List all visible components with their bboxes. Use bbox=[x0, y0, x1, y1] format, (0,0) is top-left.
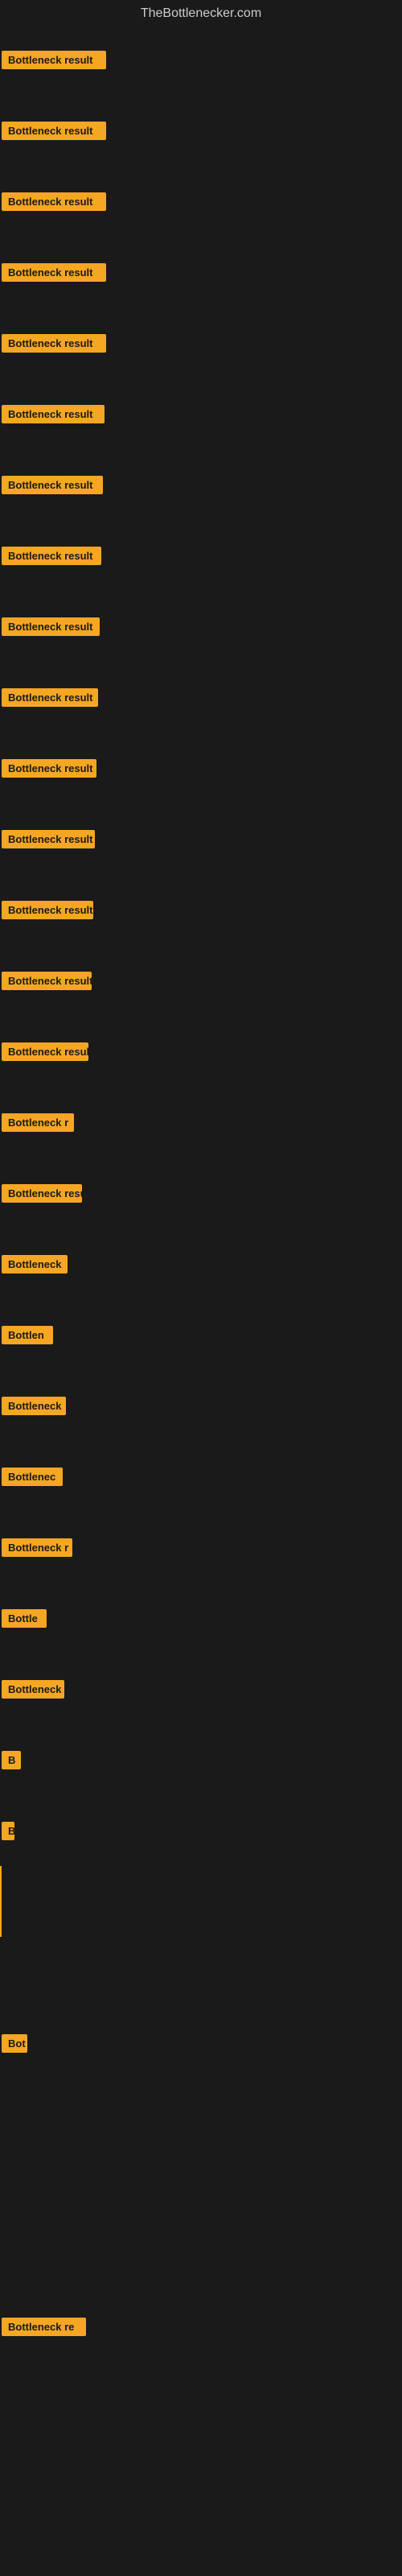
bottleneck-label-4[interactable]: Bottleneck result bbox=[2, 263, 106, 282]
bottleneck-label-9[interactable]: Bottleneck result bbox=[2, 617, 100, 636]
result-row-33: Bottleneck re bbox=[0, 2291, 402, 2362]
bottleneck-label-26[interactable]: B bbox=[2, 1822, 14, 1840]
result-row-22: Bottleneck r bbox=[0, 1512, 402, 1583]
bottleneck-label-22[interactable]: Bottleneck r bbox=[2, 1538, 72, 1557]
bottleneck-label-29[interactable]: Bot bbox=[2, 2034, 27, 2053]
bottleneck-label-23[interactable]: Bottle bbox=[2, 1609, 47, 1628]
bottleneck-label-15[interactable]: Bottleneck result bbox=[2, 1042, 88, 1061]
result-row-5: Bottleneck result bbox=[0, 308, 402, 378]
result-row-21: Bottlenec bbox=[0, 1441, 402, 1512]
result-row-16: Bottleneck r bbox=[0, 1087, 402, 1158]
result-row-1: Bottleneck result bbox=[0, 24, 402, 95]
result-row-3: Bottleneck result bbox=[0, 166, 402, 237]
result-row-12: Bottleneck result bbox=[0, 803, 402, 874]
bottleneck-label-7[interactable]: Bottleneck result bbox=[2, 476, 103, 494]
result-row-17: Bottleneck resu bbox=[0, 1158, 402, 1228]
bottleneck-label-21[interactable]: Bottlenec bbox=[2, 1468, 63, 1486]
bottleneck-label-2[interactable]: Bottleneck result bbox=[2, 122, 106, 140]
bottleneck-label-19[interactable]: Bottlen bbox=[2, 1326, 53, 1344]
bottleneck-label-25[interactable]: B bbox=[2, 1751, 21, 1769]
bottleneck-label-8[interactable]: Bottleneck result bbox=[2, 547, 101, 565]
result-row-28 bbox=[0, 1937, 402, 2008]
result-row-11: Bottleneck result bbox=[0, 733, 402, 803]
bottleneck-label-10[interactable]: Bottleneck result bbox=[2, 688, 98, 707]
site-title: TheBottlenecker.com bbox=[0, 0, 402, 24]
result-row-7: Bottleneck result bbox=[0, 449, 402, 520]
result-row-10: Bottleneck result bbox=[0, 662, 402, 733]
result-row-34 bbox=[0, 2362, 402, 2433]
result-row-24: Bottleneck bbox=[0, 1653, 402, 1724]
result-row-6: Bottleneck result bbox=[0, 378, 402, 449]
bottleneck-label-17[interactable]: Bottleneck resu bbox=[2, 1184, 82, 1203]
bottleneck-label-20[interactable]: Bottleneck bbox=[2, 1397, 66, 1415]
result-row-25: B bbox=[0, 1724, 402, 1795]
result-row-36 bbox=[0, 2504, 402, 2574]
bottleneck-label-11[interactable]: Bottleneck result bbox=[2, 759, 96, 778]
result-row-8: Bottleneck result bbox=[0, 520, 402, 591]
result-row-9: Bottleneck result bbox=[0, 591, 402, 662]
bottleneck-label-13[interactable]: Bottleneck result bbox=[2, 901, 93, 919]
result-row-30 bbox=[0, 2079, 402, 2149]
result-row-13: Bottleneck result bbox=[0, 874, 402, 945]
result-row-35 bbox=[0, 2433, 402, 2504]
bottleneck-label-6[interactable]: Bottleneck result bbox=[2, 405, 105, 423]
result-row-19: Bottlen bbox=[0, 1299, 402, 1370]
bottleneck-label-3[interactable]: Bottleneck result bbox=[2, 192, 106, 211]
result-row-4: Bottleneck result bbox=[0, 237, 402, 308]
result-row-32 bbox=[0, 2220, 402, 2291]
result-row-14: Bottleneck result bbox=[0, 945, 402, 1016]
bottleneck-label-5[interactable]: Bottleneck result bbox=[2, 334, 106, 353]
bottleneck-label-18[interactable]: Bottleneck bbox=[2, 1255, 68, 1274]
bottleneck-label-12[interactable]: Bottleneck result bbox=[2, 830, 95, 848]
bottleneck-label-24[interactable]: Bottleneck bbox=[2, 1680, 64, 1699]
result-row-29: Bot bbox=[0, 2008, 402, 2079]
result-row-23: Bottle bbox=[0, 1583, 402, 1653]
bottleneck-label-1[interactable]: Bottleneck result bbox=[2, 51, 106, 69]
result-row-26: B bbox=[0, 1795, 402, 1866]
bottleneck-label-14[interactable]: Bottleneck result bbox=[2, 972, 92, 990]
result-row-2: Bottleneck result bbox=[0, 95, 402, 166]
bottleneck-label-16[interactable]: Bottleneck r bbox=[2, 1113, 74, 1132]
result-row-31 bbox=[0, 2149, 402, 2220]
result-row-20: Bottleneck bbox=[0, 1370, 402, 1441]
result-row-27 bbox=[0, 1866, 402, 1937]
bottleneck-label-33[interactable]: Bottleneck re bbox=[2, 2318, 86, 2336]
result-row-15: Bottleneck result bbox=[0, 1016, 402, 1087]
result-row-18: Bottleneck bbox=[0, 1228, 402, 1299]
